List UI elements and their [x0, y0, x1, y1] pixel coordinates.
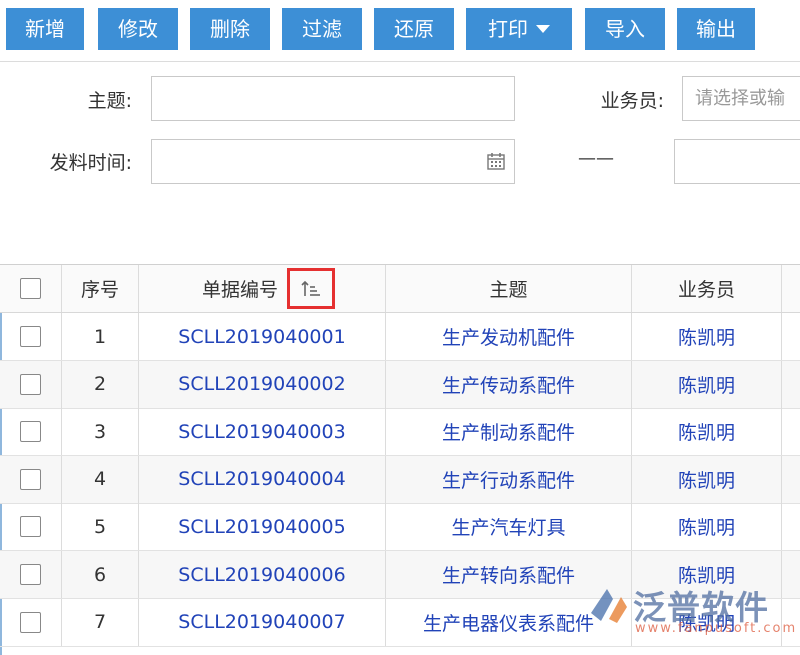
- row-overflow-cell: [782, 408, 800, 455]
- delete-button-label: 删除: [210, 17, 250, 41]
- row-overflow-cell: [782, 361, 800, 408]
- row-doc-no[interactable]: SCLL2019040006: [139, 551, 386, 598]
- date-to-input[interactable]: [674, 139, 800, 184]
- row-checkbox-cell: [0, 455, 62, 503]
- row-index: 2: [62, 360, 139, 408]
- row-subject[interactable]: 生产汽车灯具: [386, 503, 632, 551]
- subject-label: 主题:: [87, 90, 132, 112]
- row-checkbox-cell: [0, 598, 62, 646]
- row-salesman[interactable]: 陈凯明: [632, 408, 782, 456]
- brand-logo-icon: [591, 589, 627, 623]
- row-index: 7: [62, 598, 139, 646]
- row-checkbox[interactable]: [20, 611, 41, 633]
- export-button[interactable]: 输出: [677, 8, 755, 50]
- toolbar: 新增 修改 删除 过滤 还原 打印 导入 输出: [0, 0, 800, 62]
- header-doc-no[interactable]: 单据编号: [139, 265, 386, 312]
- salesman-label: 业务员:: [600, 90, 664, 112]
- header-salesman[interactable]: 业务员: [632, 265, 782, 312]
- header-index[interactable]: 序号: [62, 265, 139, 312]
- edit-button[interactable]: 修改: [98, 8, 178, 50]
- sort-ascending-icon: [301, 280, 320, 296]
- row-checkbox[interactable]: [20, 373, 41, 395]
- row-index: 6: [62, 551, 139, 598]
- row-checkbox[interactable]: [20, 421, 41, 443]
- watermark-url: www.fanpusoft.com: [635, 621, 798, 636]
- row-doc-no[interactable]: SCLL2019040007: [139, 598, 386, 646]
- header-select-all-cell: [0, 265, 62, 312]
- row-subject[interactable]: 生产制动系配件: [386, 408, 632, 456]
- subject-input[interactable]: [151, 76, 515, 121]
- restore-button-label: 还原: [394, 17, 434, 41]
- row-checkbox[interactable]: [20, 468, 41, 490]
- header-overflow: [782, 265, 800, 312]
- row-checkbox-cell: [0, 313, 62, 360]
- select-all-checkbox[interactable]: [20, 278, 41, 299]
- add-button-label: 新增: [25, 17, 65, 41]
- row-doc-no[interactable]: SCLL2019040002: [139, 360, 386, 408]
- row-checkbox[interactable]: [20, 564, 41, 585]
- row-salesman[interactable]: 陈凯明: [632, 455, 782, 503]
- table-row[interactable]: 4 SCLL2019040004 生产行动系配件 陈凯明: [0, 455, 800, 504]
- delete-button[interactable]: 删除: [190, 8, 270, 50]
- calendar-icon[interactable]: [487, 152, 505, 170]
- row-overflow-cell: [782, 456, 800, 503]
- row-overflow-cell: [782, 503, 800, 550]
- row-salesman[interactable]: 陈凯明: [632, 313, 782, 360]
- header-subject[interactable]: 主题: [386, 265, 632, 312]
- row-doc-no[interactable]: SCLL2019040001: [139, 313, 386, 360]
- restore-button[interactable]: 还原: [374, 8, 454, 50]
- row-doc-no[interactable]: SCLL2019040005: [139, 503, 386, 551]
- date-label: 发料时间:: [49, 152, 132, 174]
- row-doc-no[interactable]: SCLL2019040004: [139, 455, 386, 503]
- filter-button-label: 过滤: [302, 17, 342, 41]
- salesman-select[interactable]: 请选择或输: [682, 76, 800, 121]
- date-separator: ——: [578, 148, 614, 169]
- row-checkbox-cell: [0, 551, 62, 598]
- row-checkbox[interactable]: [20, 516, 41, 538]
- row-checkbox-cell: [0, 408, 62, 456]
- table-row[interactable]: 2 SCLL2019040002 生产传动系配件 陈凯明: [0, 360, 800, 409]
- caret-down-icon: [536, 25, 550, 33]
- row-checkbox[interactable]: [20, 326, 41, 347]
- table-row[interactable]: 3 SCLL2019040003 生产制动系配件 陈凯明: [0, 408, 800, 457]
- edit-button-label: 修改: [118, 17, 158, 41]
- row-doc-no[interactable]: SCLL2019040003: [139, 408, 386, 456]
- header-doc-no-label: 单据编号: [202, 279, 279, 301]
- row-index: 1: [62, 313, 139, 360]
- export-button-label: 输出: [696, 17, 736, 41]
- date-from-input[interactable]: [151, 139, 515, 184]
- sort-toggle[interactable]: [287, 268, 335, 309]
- row-subject[interactable]: 生产发动机配件: [386, 313, 632, 360]
- import-button[interactable]: 导入: [585, 8, 665, 50]
- print-button-label: 打印: [488, 17, 528, 41]
- row-subject[interactable]: 生产行动系配件: [386, 455, 632, 503]
- row-index: 4: [62, 455, 139, 503]
- table-row[interactable]: 5 SCLL2019040005 生产汽车灯具 陈凯明: [0, 503, 800, 552]
- row-checkbox-cell: [0, 503, 62, 551]
- row-subject[interactable]: 生产传动系配件: [386, 360, 632, 408]
- row-overflow-cell: [782, 313, 800, 360]
- watermark: 泛普软件 www.fanpusoft.com: [585, 577, 800, 647]
- filter-button[interactable]: 过滤: [282, 8, 362, 50]
- row-salesman[interactable]: 陈凯明: [632, 503, 782, 551]
- import-button-label: 导入: [605, 17, 645, 41]
- grid-header: 序号 单据编号 主题 业务员: [0, 265, 800, 313]
- print-button[interactable]: 打印: [466, 8, 572, 50]
- row-checkbox-cell: [0, 360, 62, 408]
- row-salesman[interactable]: 陈凯明: [632, 360, 782, 408]
- row-index: 3: [62, 408, 139, 456]
- table-row[interactable]: 1 SCLL2019040001 生产发动机配件 陈凯明: [0, 313, 800, 361]
- row-index: 5: [62, 503, 139, 551]
- add-button[interactable]: 新增: [6, 8, 84, 50]
